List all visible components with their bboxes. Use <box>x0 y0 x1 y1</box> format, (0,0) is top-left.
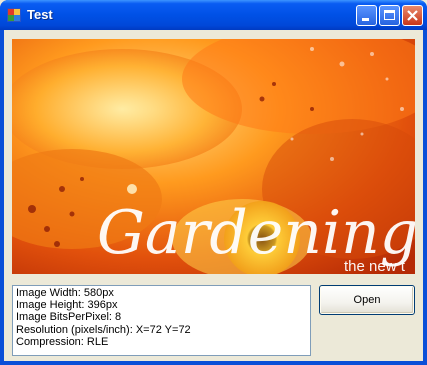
info-line-width: Image Width: 580px <box>16 287 114 299</box>
image-info-textbox[interactable]: Image Width: 580px Image Height: 396px I… <box>12 285 311 356</box>
app-window: Test Gardening the new t Image Width: 58… <box>0 0 427 365</box>
info-line-resolution: Resolution (pixels/inch): X=72 Y=72 <box>16 323 191 336</box>
flower-image: Gardening C the new t <box>12 39 415 274</box>
title-bar[interactable]: Test <box>0 0 427 30</box>
app-icon <box>7 8 21 22</box>
picture-box: Gardening C the new t <box>12 39 415 274</box>
info-line-compression: Compression: RLE <box>16 335 109 348</box>
close-button[interactable] <box>402 5 423 26</box>
minimize-icon <box>362 18 369 21</box>
maximize-button[interactable] <box>379 5 400 26</box>
info-line-bpp: Image BitsPerPixel: 8 <box>16 311 122 324</box>
overlay-subtitle: the new t <box>344 258 406 274</box>
close-icon <box>407 10 418 21</box>
client-area: Gardening C the new t Image Width: 580px… <box>4 30 423 361</box>
window-title: Test <box>27 7 53 22</box>
maximize-icon <box>384 10 395 20</box>
open-button[interactable]: Open <box>319 285 415 315</box>
info-line-height: Image Height: 396px <box>16 299 118 312</box>
minimize-button[interactable] <box>356 5 377 26</box>
